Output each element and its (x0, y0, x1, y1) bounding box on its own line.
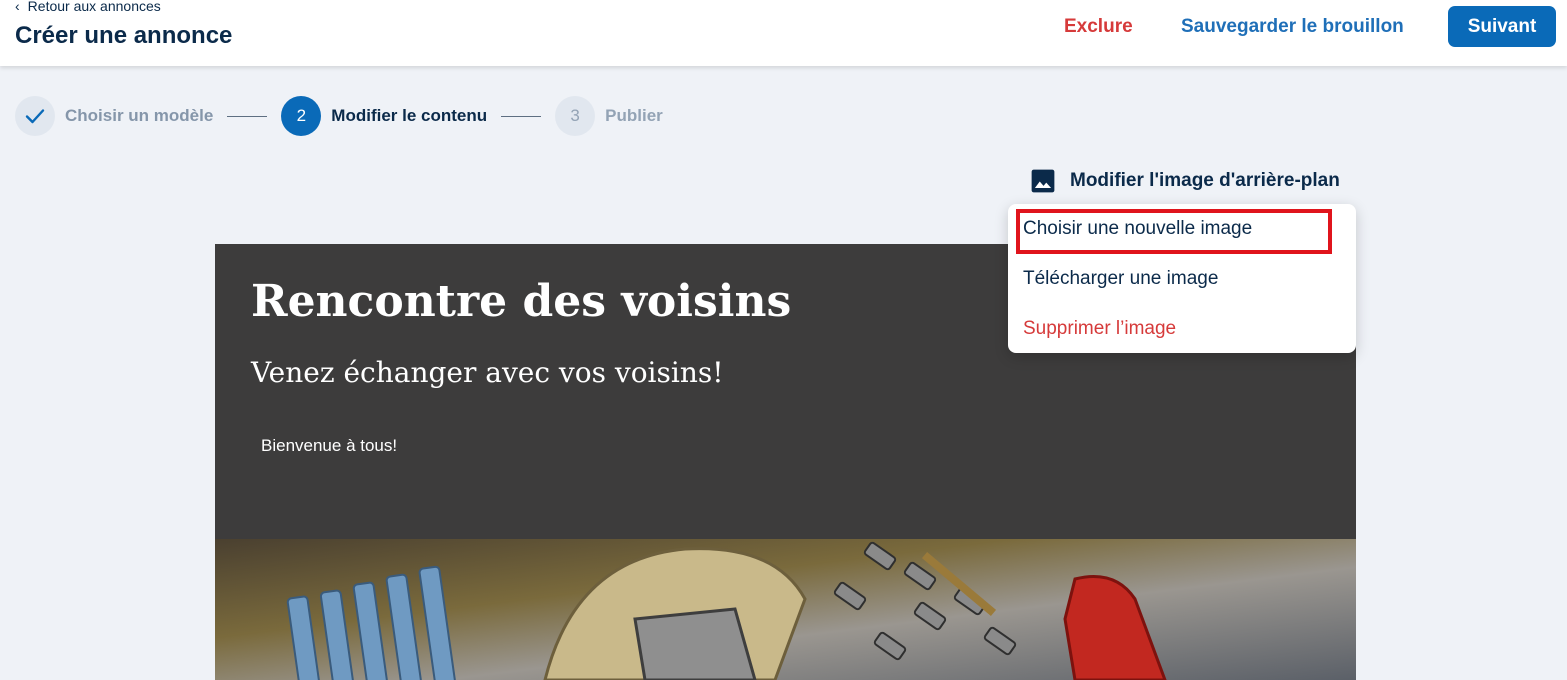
step-3-circle: 3 (555, 96, 596, 136)
announcement-title[interactable]: Rencontre des voisins (251, 276, 791, 327)
exclude-button[interactable]: Exclure (1064, 16, 1133, 38)
top-bar: ‹ Retour aux annonces Créer une annonce … (0, 0, 1567, 66)
step-edit-content[interactable]: 2 Modifier le contenu (281, 96, 487, 136)
menu-item-choose-new-image[interactable]: Choisir une nouvelle image (1023, 218, 1252, 240)
menu-item-delete-image[interactable]: Supprimer l’image (1023, 318, 1176, 340)
step-1-label: Choisir un modèle (65, 106, 214, 125)
step-publish[interactable]: 3 Publier (555, 96, 663, 136)
next-button[interactable]: Suivant (1448, 6, 1556, 47)
back-link[interactable]: ‹ Retour aux annonces (15, 0, 161, 14)
step-divider (501, 115, 542, 117)
image-icon (1031, 169, 1055, 193)
step-2-label: Modifier le contenu (331, 106, 488, 125)
check-icon (25, 109, 45, 124)
background-image-menu: Choisir une nouvelle image Télécharger u… (1008, 204, 1356, 353)
stepper: Choisir un modèle 2 Modifier le contenu … (15, 96, 663, 136)
chevron-left-icon: ‹ (15, 0, 20, 14)
background-photo (215, 539, 1356, 680)
back-link-label: Retour aux annonces (27, 0, 161, 14)
edit-background-image-button[interactable]: Modifier l'image d'arrière-plan (1030, 168, 1340, 194)
step-choose-template[interactable]: Choisir un modèle (15, 96, 213, 136)
announcement-body[interactable]: Bienvenue à tous! (261, 436, 397, 456)
announcement-subtitle[interactable]: Venez échanger avec vos voisins! (251, 356, 724, 389)
page-title: Créer une annonce (15, 22, 233, 49)
step-1-circle (15, 96, 55, 136)
tools-photo (215, 539, 1356, 680)
edit-background-image-label: Modifier l'image d'arrière-plan (1070, 170, 1340, 191)
step-3-label: Publier (605, 106, 663, 125)
step-divider (227, 115, 268, 117)
menu-item-upload-image[interactable]: Télécharger une image (1023, 268, 1218, 290)
step-2-circle: 2 (281, 96, 322, 136)
save-draft-button[interactable]: Sauvegarder le brouillon (1181, 16, 1404, 38)
